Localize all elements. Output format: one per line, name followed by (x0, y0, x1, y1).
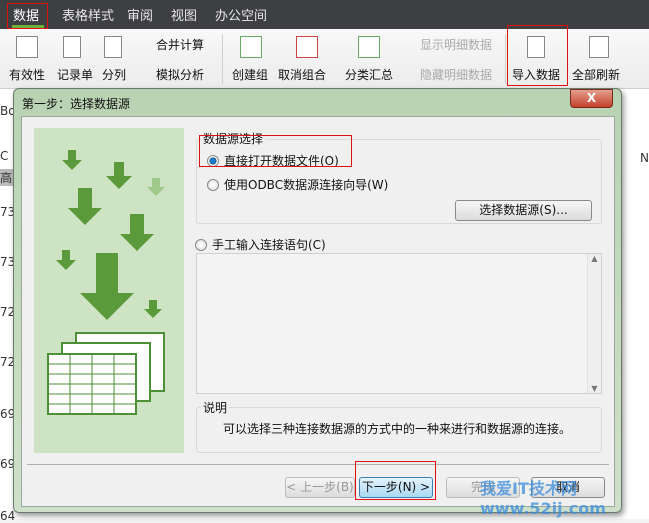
description-text: 可以选择三种连接数据源的方式中的一种来进行和数据源的连接。 (223, 422, 572, 436)
subtotal-button[interactable]: 分类汇总 (345, 66, 393, 83)
radio-label: 手工输入连接语句(C) (212, 238, 326, 252)
record-form-button[interactable]: 记录单 (57, 66, 93, 83)
radio-manual[interactable]: 手工输入连接语句(C) (195, 236, 326, 253)
highlight-import-data (507, 25, 568, 86)
connection-string-input[interactable]: ▲ ▼ (196, 253, 602, 394)
dialog-title: 第一步：选择数据源 (22, 97, 131, 111)
tab-table-style[interactable]: 表格样式 (62, 5, 114, 24)
tab-view[interactable]: 视图 (171, 5, 197, 24)
description-label: 说明 (201, 399, 230, 416)
select-data-source-button[interactable]: 选择数据源(S)... (455, 200, 592, 221)
divider (505, 34, 506, 84)
refresh-icon (589, 36, 609, 58)
cell: 64 (0, 509, 16, 523)
highlight-open-file (199, 135, 352, 167)
hide-detail-button[interactable]: 隐藏明细数据 (420, 66, 492, 83)
record-form-icon (63, 36, 81, 58)
create-group-icon (240, 36, 262, 58)
subtotal-icon (358, 36, 380, 58)
split-column-button[interactable]: 分列 (102, 66, 126, 83)
download-arrows-icon (47, 150, 165, 415)
radio-icon (207, 178, 219, 191)
divider (222, 34, 223, 84)
what-if-button[interactable]: 模拟分析 (156, 66, 204, 83)
import-illustration (34, 128, 184, 453)
scrollbar[interactable]: ▲ ▼ (587, 254, 601, 393)
tab-review[interactable]: 审阅 (127, 5, 153, 24)
header-cell: 高 (0, 169, 14, 186)
split-column-icon (104, 36, 122, 58)
watermark: 我爱IT技术网 www.52ij.com (480, 479, 606, 518)
show-detail-button[interactable]: 显示明细数据 (420, 36, 492, 53)
column-n: N (640, 151, 649, 165)
validity-button[interactable]: 有效性 (9, 66, 45, 83)
close-button[interactable]: X (570, 89, 613, 108)
ungroup-icon (296, 36, 318, 58)
divider (27, 464, 609, 465)
highlight-next (355, 461, 436, 500)
create-group-button[interactable]: 创建组 (232, 66, 268, 83)
column-c: C (0, 149, 9, 163)
radio-odbc[interactable]: 使用ODBC数据源连接向导(W) (207, 176, 388, 193)
tab-office-space[interactable]: 办公空间 (215, 5, 267, 24)
consolidate-button[interactable]: 合并计算 (156, 36, 204, 53)
radio-icon (195, 238, 207, 251)
refresh-all-button[interactable]: 全部刷新 (572, 66, 620, 83)
radio-label: 使用ODBC数据源连接向导(W) (224, 178, 389, 192)
back-button[interactable]: < 上一步(B) (285, 477, 355, 498)
dialog-body: 数据源选择 直接打开数据文件(O) 使用ODBC数据源连接向导(W) 选择数据源… (21, 116, 615, 507)
highlight-tab-data (7, 3, 48, 29)
validity-icon (16, 36, 38, 58)
ungroup-button[interactable]: 取消组合 (278, 66, 326, 83)
